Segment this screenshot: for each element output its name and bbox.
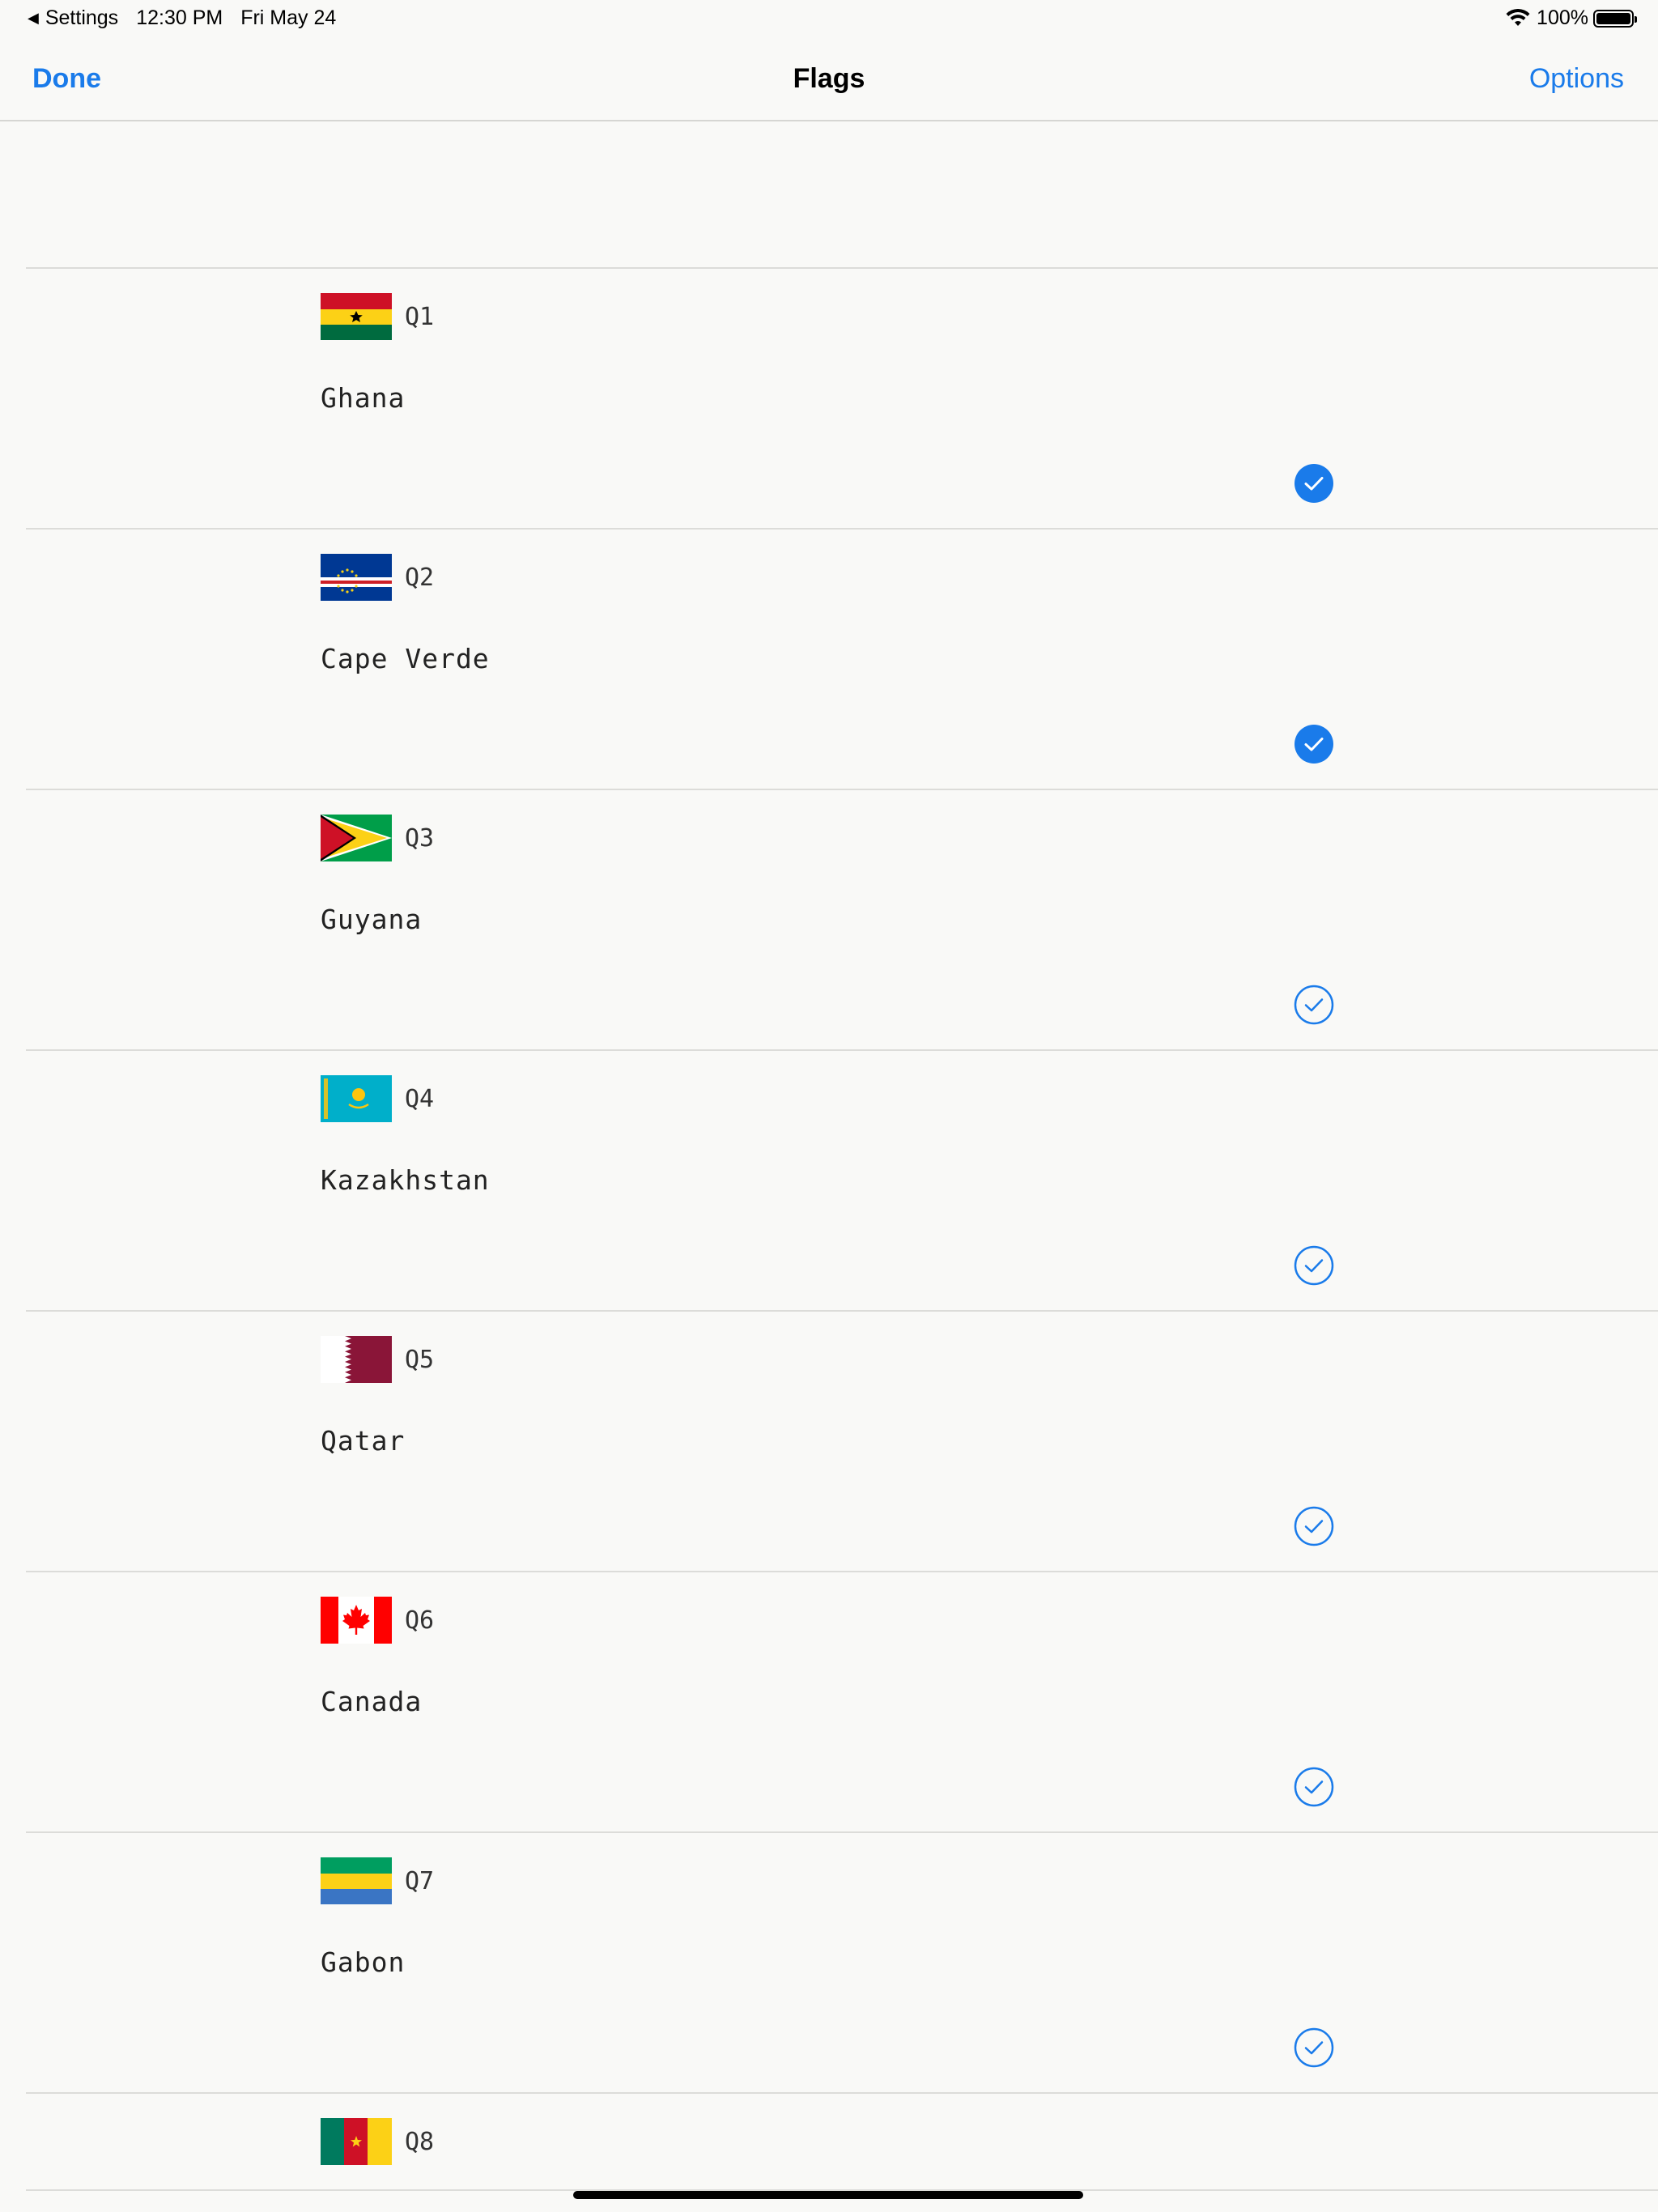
home-indicator[interactable] bbox=[573, 2191, 1083, 2199]
back-to-app-label[interactable]: Settings bbox=[45, 6, 118, 30]
country-name: Ghana bbox=[321, 382, 406, 414]
cape-verde-flag bbox=[321, 554, 392, 601]
list-item[interactable]: Q7 Gabon bbox=[26, 1831, 1658, 2092]
cameroon-flag bbox=[321, 2118, 392, 2165]
list-item[interactable]: Q5 Qatar bbox=[26, 1310, 1658, 1571]
battery-icon bbox=[1593, 9, 1637, 28]
status-time: 12:30 PM bbox=[136, 6, 223, 29]
status-right: 100% bbox=[1506, 6, 1637, 30]
list-item[interactable]: Q6 Canada bbox=[26, 1571, 1658, 1831]
question-header: Q7 bbox=[321, 1857, 434, 1904]
question-header: Q4 bbox=[321, 1075, 434, 1122]
question-number: Q3 bbox=[405, 823, 435, 853]
qatar-flag bbox=[321, 1336, 392, 1383]
question-number: Q4 bbox=[405, 1084, 435, 1113]
ghana-flag bbox=[321, 293, 392, 340]
list-item[interactable]: Q2 Cape Verde bbox=[26, 528, 1658, 789]
country-name: Guyana bbox=[321, 904, 423, 935]
country-name: Canada bbox=[321, 1686, 423, 1717]
country-name: Cape Verde bbox=[321, 643, 490, 674]
wifi-icon bbox=[1506, 8, 1530, 26]
question-header: Q6 bbox=[321, 1597, 434, 1644]
status-date: Fri May 24 bbox=[240, 6, 337, 29]
country-name: Gabon bbox=[321, 1946, 406, 1978]
question-number: Q2 bbox=[405, 563, 435, 592]
question-number: Q7 bbox=[405, 1866, 435, 1895]
country-name: Qatar bbox=[321, 1425, 406, 1457]
options-button[interactable]: Options bbox=[1529, 63, 1624, 95]
battery-percentage: 100% bbox=[1537, 6, 1588, 29]
back-arrow-icon[interactable]: ◀ bbox=[28, 10, 39, 27]
gabon-flag bbox=[321, 1857, 392, 1904]
unchecked-circle-icon[interactable] bbox=[1294, 1506, 1334, 1546]
checked-circle-icon[interactable] bbox=[1294, 463, 1334, 504]
list-item[interactable]: Q8 bbox=[26, 2092, 1658, 2191]
question-header: Q8 bbox=[321, 2118, 434, 2165]
question-number: Q1 bbox=[405, 302, 435, 331]
question-number: Q8 bbox=[405, 2127, 435, 2156]
list-item[interactable]: Q3 Guyana bbox=[26, 789, 1658, 1049]
canada-flag bbox=[321, 1597, 392, 1644]
question-header: Q5 bbox=[321, 1336, 434, 1383]
unchecked-circle-icon[interactable] bbox=[1294, 985, 1334, 1025]
checked-circle-icon[interactable] bbox=[1294, 724, 1334, 764]
question-header: Q3 bbox=[321, 815, 434, 861]
status-left: ◀ Settings 12:30 PM Fri May 24 bbox=[28, 6, 336, 30]
guyana-flag bbox=[321, 815, 392, 861]
list-item[interactable]: Q4 Kazakhstan bbox=[26, 1049, 1658, 1310]
unchecked-circle-icon[interactable] bbox=[1294, 1245, 1334, 1286]
page-title: Flags bbox=[793, 63, 865, 94]
kazakhstan-flag bbox=[321, 1075, 392, 1122]
list-item[interactable]: Q1 Ghana bbox=[26, 267, 1658, 528]
question-header: Q2 bbox=[321, 554, 434, 601]
unchecked-circle-icon[interactable] bbox=[1294, 1767, 1334, 1807]
country-name: Kazakhstan bbox=[321, 1164, 490, 1196]
unchecked-circle-icon[interactable] bbox=[1294, 2027, 1334, 2068]
question-list: Q1 Ghana Q2 Cape Verde Q3 Guyana Q4 Kaza… bbox=[0, 267, 1658, 2191]
question-header: Q1 bbox=[321, 293, 434, 340]
question-number: Q6 bbox=[405, 1606, 435, 1635]
navigation-bar: Done Flags Options bbox=[0, 39, 1658, 121]
question-number: Q5 bbox=[405, 1345, 435, 1374]
status-bar: ◀ Settings 12:30 PM Fri May 24 100% bbox=[0, 0, 1658, 39]
